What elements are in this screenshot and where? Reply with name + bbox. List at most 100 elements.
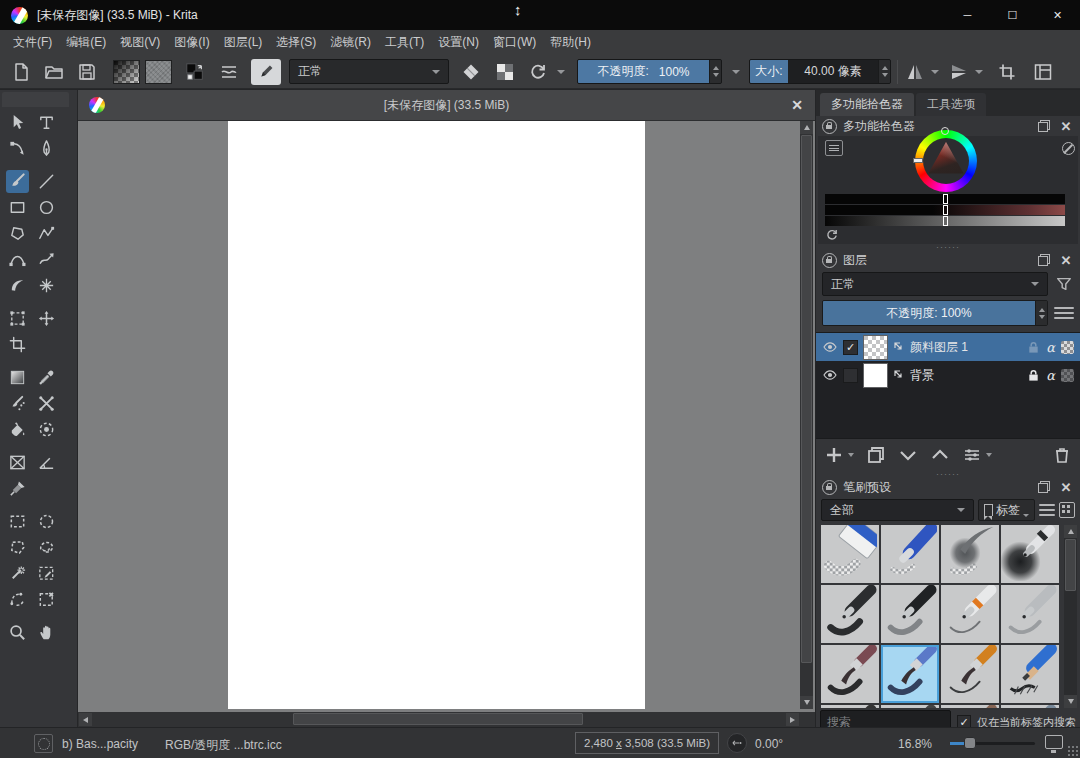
preset-scroll-down[interactable] (1064, 695, 1077, 708)
tool-select-fuzzy[interactable] (35, 588, 58, 611)
close-docker-button[interactable]: ✕ (1058, 118, 1074, 134)
canvas-rotation-icon[interactable] (727, 733, 747, 753)
tool-select-polygonal[interactable] (6, 536, 29, 559)
tool-select-freehand[interactable] (35, 536, 58, 559)
fullscreen-icon[interactable] (1045, 735, 1063, 749)
color-history-icon[interactable] (825, 228, 839, 242)
delete-layer-button[interactable] (1052, 443, 1072, 467)
color-strip-1[interactable] (825, 194, 1065, 204)
menu-e[interactable]: 编辑(E) (59, 30, 113, 55)
horizontal-scrollbar[interactable] (78, 712, 815, 727)
close-docker-button[interactable]: ✕ (1058, 479, 1074, 495)
tool-select-magnetic[interactable] (6, 588, 29, 611)
preserve-alpha-button[interactable] (493, 60, 517, 84)
vscroll-thumb[interactable] (801, 135, 812, 663)
scroll-up-button[interactable] (800, 121, 813, 134)
tab-advanced-color-selector[interactable]: 多功能拾色器 (820, 93, 914, 116)
reload-dropdown-arrow[interactable] (557, 70, 565, 74)
menu-n[interactable]: 设置(N) (431, 30, 486, 55)
tool-freehand-path[interactable] (35, 248, 58, 271)
layer-name[interactable]: 颜料图层 1 (910, 339, 1022, 356)
layer-lock-icon[interactable] (1027, 369, 1040, 382)
preset-scrollbar[interactable] (1064, 525, 1077, 708)
tab-tool-options[interactable]: 工具选项 (916, 93, 986, 116)
size-slider[interactable]: 大小: 40.00 像素 (749, 59, 891, 84)
tool-ellipse[interactable] (35, 196, 58, 219)
close-docker-button[interactable]: ✕ (1058, 252, 1074, 268)
brush-preset-soft-smudge[interactable] (941, 525, 999, 583)
open-document-button[interactable] (42, 60, 66, 84)
gradient-swatch[interactable] (113, 60, 140, 84)
float-docker-button[interactable] (1036, 118, 1052, 134)
layer-row-normal[interactable]: 背景 α (816, 361, 1080, 389)
tool-select-shapes[interactable] (6, 111, 29, 134)
eraser-mode-button[interactable] (459, 60, 483, 84)
mirror-vertical-button[interactable] (947, 60, 971, 84)
brush-preset-extra-4[interactable] (1001, 705, 1059, 708)
zoom-level[interactable]: 16.8% (898, 737, 932, 751)
menu-w[interactable]: 窗口(W) (486, 30, 543, 55)
brush-preview-icon[interactable] (34, 734, 53, 753)
layer-row-selected[interactable]: ✓ 颜料图层 1 α (816, 333, 1080, 361)
advanced-color-selector[interactable] (818, 136, 1078, 244)
brush-name[interactable]: b) Bas...pacity (62, 737, 138, 751)
blending-mode-combo[interactable]: 正常 (289, 59, 449, 84)
tool-multibrush[interactable] (35, 274, 58, 297)
preset-scroll-up[interactable] (1064, 525, 1077, 538)
layer-options-menu-icon[interactable] (1054, 303, 1074, 323)
brush-preset-extra-3[interactable] (941, 705, 999, 708)
layer-thumbnail[interactable] (863, 363, 888, 388)
hue-ring[interactable] (915, 130, 977, 192)
float-docker-button[interactable] (1036, 479, 1052, 495)
maximize-button[interactable]: ☐ (990, 0, 1035, 30)
zoom-slider[interactable] (950, 742, 1035, 745)
color-strip-2[interactable] (825, 205, 1065, 215)
toolbox-handle[interactable] (2, 92, 69, 107)
mirror-vertical-dropdown[interactable] (975, 70, 983, 74)
choose-brush-preset-button[interactable] (217, 60, 241, 84)
trim-button[interactable] (995, 60, 1019, 84)
tool-polygon[interactable] (6, 222, 29, 245)
layer-alpha-icon[interactable]: α (1046, 368, 1055, 383)
layer-opacity-slider[interactable]: 不透明度: 100% (822, 300, 1048, 326)
opacity-slider[interactable]: 不透明度:100% (577, 59, 722, 84)
brush-preset-paint-orange[interactable] (941, 645, 999, 703)
float-docker-button[interactable] (1036, 252, 1052, 268)
tool-freehand-brush[interactable] (6, 170, 29, 193)
mirror-horizontal-dropdown[interactable] (931, 70, 939, 74)
brush-preset-marker-dark[interactable] (881, 585, 939, 643)
tool-rectangle[interactable] (6, 196, 29, 219)
tool-fill[interactable] (6, 418, 29, 441)
tool-polyline[interactable] (35, 222, 58, 245)
reload-preset-button[interactable] (526, 60, 550, 84)
tool-edit-shapes[interactable] (6, 137, 29, 160)
menu-r[interactable]: 滤镜(R) (323, 30, 378, 55)
pattern-swatch[interactable] (145, 60, 172, 84)
move-layer-down-button[interactable] (898, 443, 918, 467)
color-profile[interactable]: RGB/透明度 ...btrc.icc (165, 737, 282, 754)
tool-select-rectangular[interactable] (6, 510, 29, 533)
color-strip-3[interactable] (825, 216, 1065, 226)
size-spin[interactable] (878, 60, 890, 83)
tool-zoom[interactable] (6, 621, 29, 644)
lock-docker-icon[interactable] (822, 119, 837, 134)
brush-preset-marker-blue[interactable] (881, 525, 939, 583)
tool-line[interactable] (35, 170, 58, 193)
menu-f[interactable]: 文件(F) (6, 30, 59, 55)
hscroll-thumb[interactable] (293, 713, 583, 725)
preset-menu-icon[interactable] (1039, 500, 1055, 520)
scroll-left-button[interactable] (79, 713, 92, 726)
edit-brush-settings-button[interactable] (251, 59, 281, 85)
fg-bg-colors[interactable] (181, 60, 209, 84)
canvas[interactable] (228, 121, 645, 709)
scroll-down-button[interactable] (800, 696, 813, 709)
menu-t[interactable]: 工具(T) (378, 30, 431, 55)
layer-properties-button[interactable] (962, 443, 982, 467)
brush-preset-metal-pen[interactable] (1001, 585, 1059, 643)
tool-move[interactable] (35, 307, 58, 330)
close-button[interactable]: ✕ (1035, 0, 1080, 30)
vertical-scrollbar[interactable] (800, 121, 813, 709)
scroll-right-button[interactable] (786, 713, 799, 726)
canvas-viewport[interactable] (78, 121, 815, 712)
tool-select-bezier[interactable] (35, 562, 58, 585)
